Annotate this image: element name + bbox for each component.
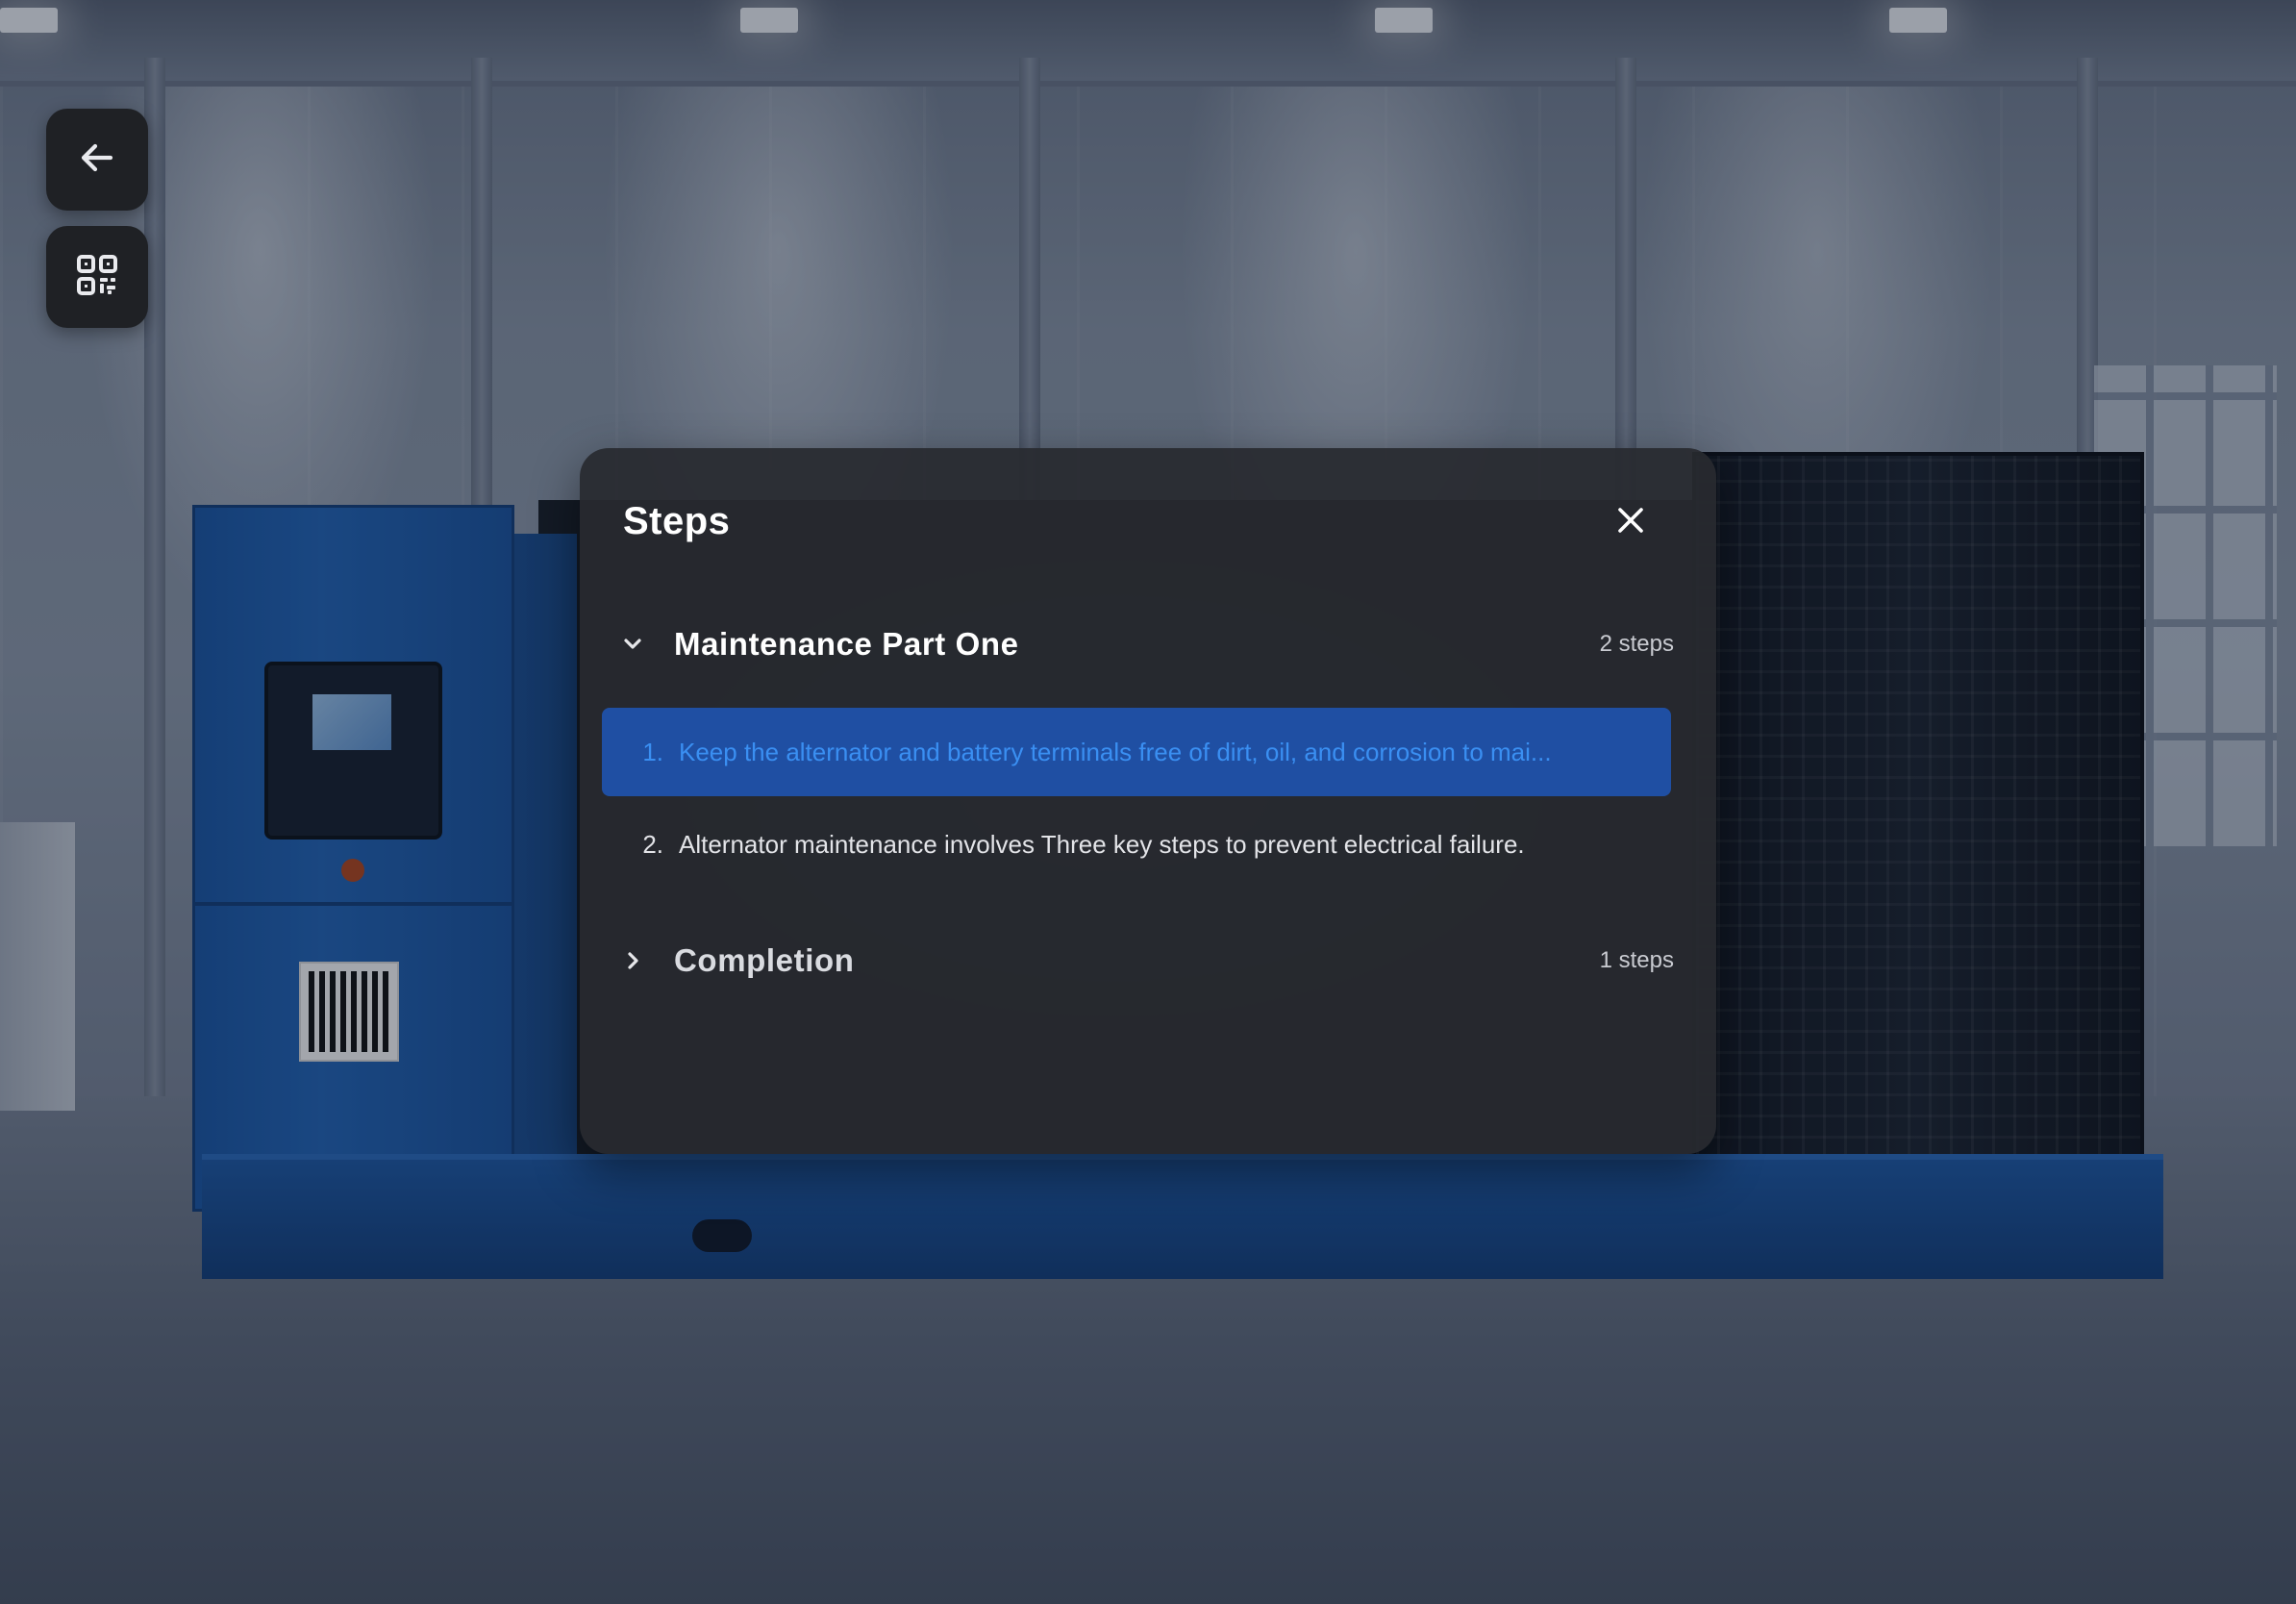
- section-completion[interactable]: Completion 1 steps: [616, 932, 1674, 990]
- modal-title: Steps: [623, 500, 731, 542]
- arrow-left-icon: [78, 138, 116, 182]
- scan-qr-button[interactable]: [46, 226, 148, 328]
- chevron-down-icon: [616, 628, 649, 661]
- steps-modal: Steps Maintenance Part One 2 steps 1. Ke…: [580, 448, 1716, 1154]
- section-step-count: 2 steps: [1599, 631, 1674, 657]
- step-number: 1.: [642, 737, 663, 766]
- step-text: Keep the alternator and battery terminal…: [679, 737, 1552, 766]
- section-step-count: 1 steps: [1599, 947, 1674, 973]
- section-title: Maintenance Part One: [674, 626, 1019, 662]
- qr-code-icon: [76, 254, 118, 301]
- back-button[interactable]: [46, 109, 148, 211]
- chevron-right-icon: [616, 944, 649, 977]
- step-text: Alternator maintenance involves Three ke…: [679, 829, 1525, 859]
- step-item-selected[interactable]: 1. Keep the alternator and battery termi…: [602, 708, 1671, 796]
- step-number: 2.: [642, 829, 663, 859]
- step-item[interactable]: 2. Alternator maintenance involves Three…: [602, 800, 1671, 889]
- close-icon: [1616, 506, 1645, 539]
- close-button[interactable]: [1609, 500, 1653, 544]
- section-title: Completion: [674, 942, 855, 978]
- section-maintenance-part-one[interactable]: Maintenance Part One 2 steps: [616, 615, 1674, 673]
